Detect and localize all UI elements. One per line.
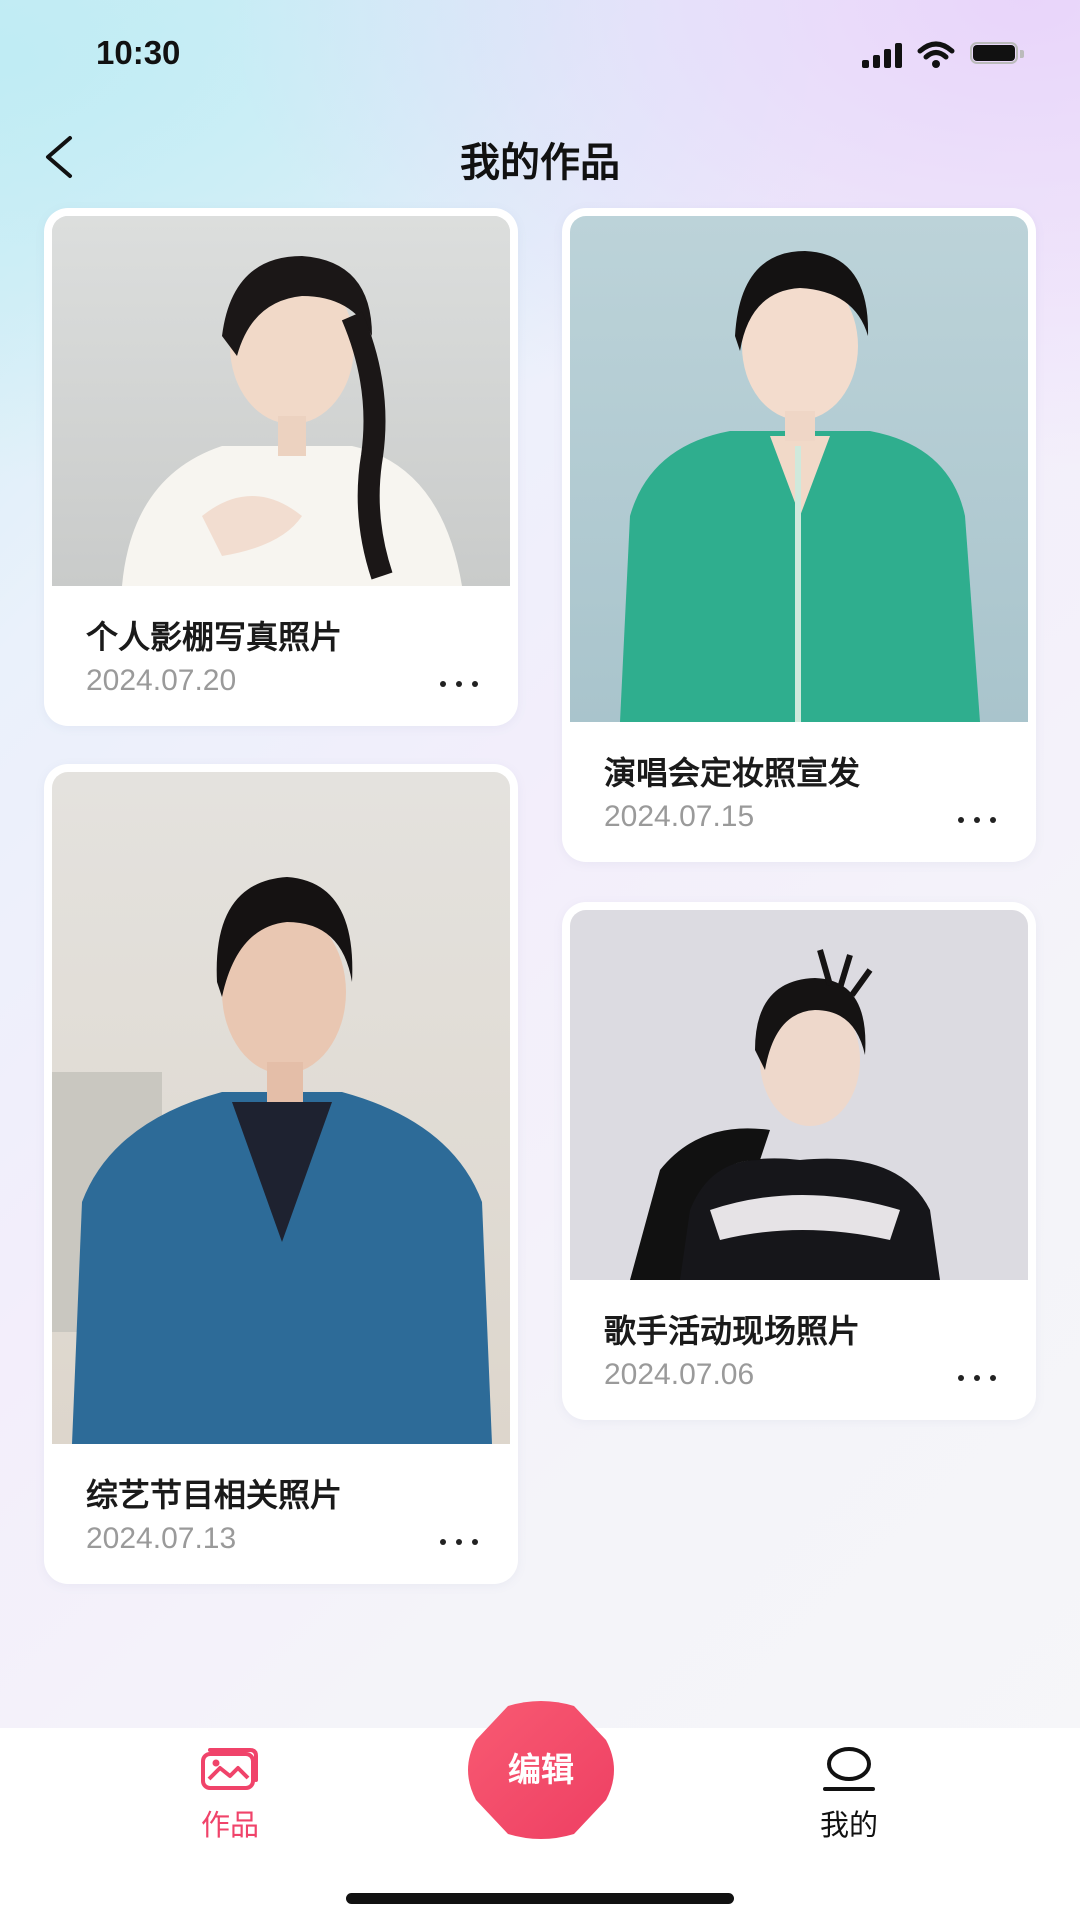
edit-button-label: 编辑 bbox=[508, 1750, 574, 1789]
work-card[interactable]: 个人影棚写真照片 2024.07.20 bbox=[44, 208, 518, 726]
work-title: 个人影棚写真照片 bbox=[86, 618, 343, 656]
work-photo[interactable] bbox=[570, 216, 1028, 722]
tab-mine[interactable]: 我的 bbox=[779, 1746, 919, 1844]
tab-works-label: 作品 bbox=[200, 1808, 259, 1842]
battery-icon bbox=[970, 42, 1026, 68]
status-icons bbox=[862, 40, 1026, 70]
work-card[interactable]: 歌手活动现场照片 2024.07.06 bbox=[562, 902, 1036, 1420]
more-icon[interactable] bbox=[958, 814, 998, 826]
work-title: 演唱会定妆照宣发 bbox=[604, 754, 861, 792]
signal-icon bbox=[862, 42, 902, 68]
work-date: 2024.07.20 bbox=[86, 664, 237, 697]
work-title: 综艺节目相关照片 bbox=[86, 1476, 343, 1514]
home-indicator bbox=[346, 1893, 734, 1904]
tab-works[interactable]: 作品 bbox=[160, 1746, 300, 1844]
nav-bar: 我的作品 bbox=[0, 122, 1080, 192]
more-icon[interactable] bbox=[440, 1536, 480, 1548]
work-photo[interactable] bbox=[52, 216, 510, 586]
work-photo[interactable] bbox=[52, 772, 510, 1444]
work-photo[interactable] bbox=[570, 910, 1028, 1280]
status-bar: 10:30 bbox=[0, 34, 1080, 78]
work-card[interactable]: 综艺节目相关照片 2024.07.13 bbox=[44, 764, 518, 1584]
work-date: 2024.07.13 bbox=[86, 1522, 237, 1555]
work-card[interactable]: 演唱会定妆照宣发 2024.07.15 bbox=[562, 208, 1036, 862]
profile-icon bbox=[823, 1747, 875, 1791]
work-date: 2024.07.15 bbox=[604, 800, 755, 833]
tab-mine-label: 我的 bbox=[819, 1808, 878, 1842]
more-icon[interactable] bbox=[440, 678, 480, 690]
work-title: 歌手活动现场照片 bbox=[604, 1312, 861, 1350]
gallery-icon bbox=[201, 1748, 258, 1790]
page-title: 我的作品 bbox=[460, 140, 620, 186]
more-icon[interactable] bbox=[958, 1372, 998, 1384]
edit-button[interactable]: 编辑 bbox=[460, 1700, 622, 1840]
wifi-icon bbox=[917, 41, 955, 68]
status-time: 10:30 bbox=[96, 34, 181, 71]
work-date: 2024.07.06 bbox=[604, 1358, 755, 1391]
